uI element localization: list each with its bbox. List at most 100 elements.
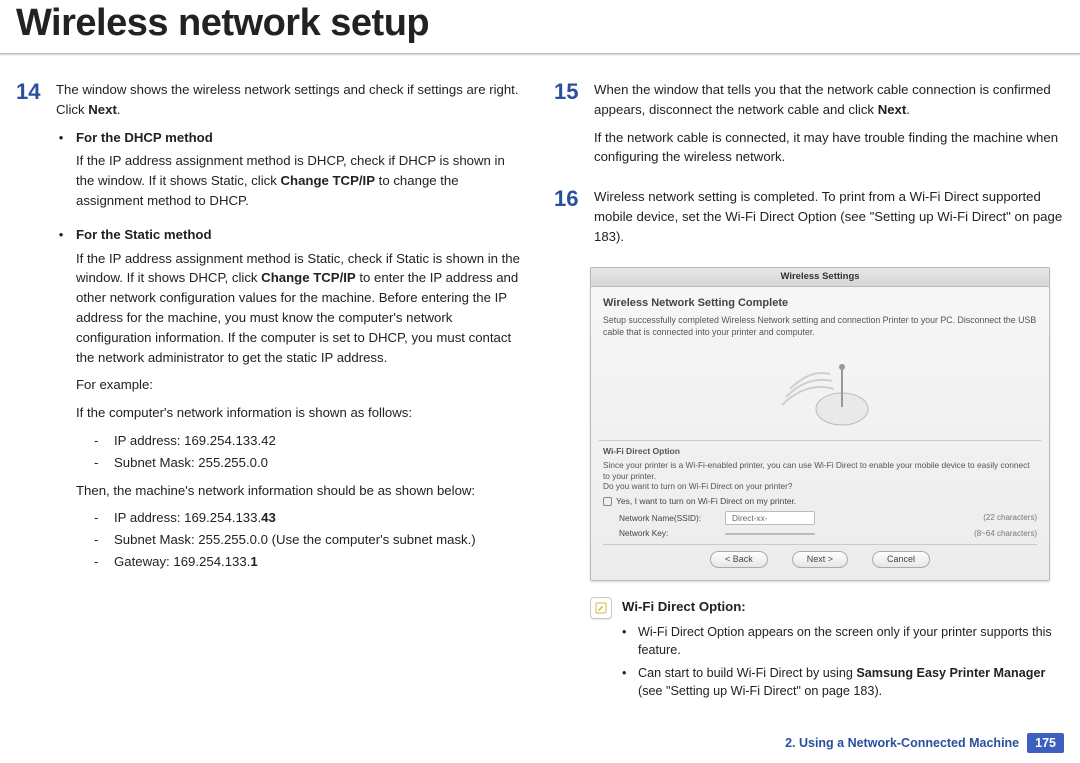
sub-content: For the Static method If the IP address … [76,225,526,580]
note-item: • Can start to build Wi-Fi Direct by usi… [622,664,1064,701]
page-title: Wireless network setup [0,0,1080,45]
note-item: • Wi-Fi Direct Option appears on the scr… [622,623,1064,660]
step-number: 14 [16,80,46,582]
bold-change-tcpip: Change TCP/IP [261,270,356,285]
then-text: Then, the machine's network information … [76,481,526,501]
for-example: For example: [76,375,526,395]
list-item: - Subnet Mask: 255.255.0.0 (Use the comp… [94,530,526,550]
sub-content: For the DHCP method If the IP address as… [76,128,526,219]
bold-change-tcpip: Change TCP/IP [280,173,375,188]
ip-line: IP address: 169.254.133.42 [114,431,276,451]
note-icon [590,597,612,619]
text: Can start to build Wi-Fi Direct by using [638,666,856,680]
text: The window shows the wireless network se… [56,82,519,117]
value: 255.255.0.0 [198,455,268,470]
text: . [117,102,121,117]
bold-1: 1 [250,554,257,569]
right-column: 15 When the window that tells you that t… [554,80,1064,704]
note-body: Wi-Fi Direct Option: • Wi-Fi Direct Opti… [622,597,1064,704]
step-body: When the window that tells you that the … [594,80,1064,175]
text: . [906,102,910,117]
shot-body: Wireless Network Setting Complete Setup … [591,287,1049,581]
page-number: 175 [1027,733,1064,753]
label: Subnet Mask: [114,455,198,470]
follows-text: If the computer's network information is… [76,403,526,423]
static-text: If the IP address assignment method is S… [76,249,526,368]
embedded-screenshot: Wireless Settings Wireless Network Setti… [590,267,1050,582]
dhcp-method: • For the DHCP method If the IP address … [56,128,526,219]
text: When the window that tells you that the … [594,82,1051,117]
cancel-button[interactable]: Cancel [872,551,930,569]
chapter-label: 2. Using a Network-Connected Machine [785,736,1019,750]
step-14: 14 The window shows the wireless network… [16,80,526,582]
field-name: Network Name(SSID): [619,512,719,524]
checkbox-label: Yes, I want to turn on Wi-Fi Direct on m… [616,495,796,508]
ssid-input[interactable]: Direct-xx- [725,511,815,525]
shot-heading: Wireless Network Setting Complete [603,295,1037,312]
bullet-dot: • [622,664,630,701]
list-item: - Gateway: 169.254.133.1 [94,552,526,572]
note-box: Wi-Fi Direct Option: • Wi-Fi Direct Opti… [590,597,1064,704]
step-number: 16 [554,187,584,254]
shot-section-desc: Since your printer is a Wi-Fi-enabled pr… [603,460,1037,492]
dash: - [94,431,104,451]
dash: - [94,552,104,572]
example-list-1: - IP address: 169.254.133.42 - Subnet Ma… [94,431,526,473]
step15-extra: If the network cable is connected, it ma… [594,128,1064,168]
shot-checkbox-row[interactable]: Yes, I want to turn on Wi-Fi Direct on m… [603,495,1037,508]
left-column: 14 The window shows the wireless network… [16,80,526,704]
text: (see "Setting up Wi-Fi Direct" on page 1… [638,684,882,698]
step-16: 16 Wireless network setting is completed… [554,187,1064,254]
note-text: Wi-Fi Direct Option appears on the scree… [638,623,1064,660]
shot-section-label: Wi-Fi Direct Option [603,445,1037,458]
dash: - [94,508,104,528]
label: IP address: 169.254.133. [114,510,261,525]
step-body: The window shows the wireless network se… [56,80,526,582]
static-title: For the Static method [76,225,526,245]
shot-desc: Setup successfully completed Wireless Ne… [603,315,1037,338]
step16-text: Wireless network setting is completed. T… [594,187,1064,246]
step-body: Wireless network setting is completed. T… [594,187,1064,254]
shot-button-bar: < Back Next > Cancel [603,544,1037,577]
label: IP address: [114,433,184,448]
step-15: 15 When the window that tells you that t… [554,80,1064,175]
step15-text: When the window that tells you that the … [594,80,1064,120]
bullet-dot: • [622,623,630,660]
note-text: Can start to build Wi-Fi Direct by using… [638,664,1064,701]
list-item: - IP address: 169.254.133.43 [94,508,526,528]
note-title: Wi-Fi Direct Option: [622,597,1064,617]
back-button[interactable]: < Back [710,551,768,569]
bold-43: 43 [261,510,276,525]
subnet-line: Subnet Mask: 255.255.0.0 [114,453,268,473]
antenna-icon [760,349,880,429]
step-number: 15 [554,80,584,175]
dash: - [94,530,104,550]
list-item: - Subnet Mask: 255.255.0.0 [94,453,526,473]
gateway-line: Gateway: 169.254.133.1 [114,552,258,572]
value: 169.254.133.42 [184,433,276,448]
key-row: Network Key: (8~64 characters) [619,527,1037,539]
static-method: • For the Static method If the IP addres… [56,225,526,580]
bold-next: Next [88,102,117,117]
subnet-line: Subnet Mask: 255.255.0.0 (Use the comput… [114,530,476,550]
bullet-dot: • [56,225,66,580]
bullet-dot: • [56,128,66,219]
divider [599,440,1041,441]
next-button[interactable]: Next > [792,551,848,569]
label: Gateway: 169.254.133. [114,554,250,569]
shot-titlebar: Wireless Settings [591,268,1049,287]
dash: - [94,453,104,473]
wifi-illustration [603,344,1037,434]
ip-line: IP address: 169.254.133.43 [114,508,276,528]
example-list-2: - IP address: 169.254.133.43 - Subnet Ma… [94,508,526,571]
field-hint: (8~64 characters) [974,528,1037,540]
content-columns: 14 The window shows the wireless network… [0,56,1080,704]
checkbox-icon[interactable] [603,497,612,506]
bold-spm: Samsung Easy Printer Manager [856,666,1045,680]
key-input[interactable] [725,533,815,535]
field-name: Network Key: [619,527,719,539]
page-footer: 2. Using a Network-Connected Machine 175 [785,733,1064,753]
sub-bullets: • For the DHCP method If the IP address … [56,128,526,580]
step14-intro: The window shows the wireless network se… [56,80,526,120]
ssid-row: Network Name(SSID): Direct-xx- (22 chara… [619,511,1037,525]
